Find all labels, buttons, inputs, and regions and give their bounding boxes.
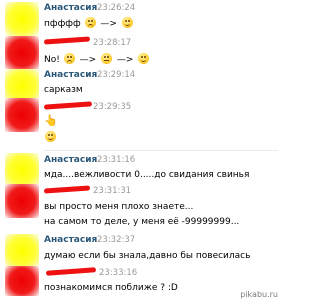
avatar[interactable] xyxy=(5,266,39,296)
avatar[interactable] xyxy=(5,153,39,187)
smile-face-icon xyxy=(121,17,133,28)
sad-face-icon xyxy=(63,53,75,64)
site-watermark: pikabu.ru xyxy=(240,290,278,299)
message-text: думаю если бы знала,давно бы повесилась xyxy=(44,251,250,261)
avatar[interactable] xyxy=(5,36,39,70)
message-time: 23:29:35 xyxy=(93,102,132,112)
avatar[interactable] xyxy=(5,98,39,132)
flat-face-icon xyxy=(101,53,113,64)
sender-name[interactable]: Анастасия xyxy=(44,3,97,13)
message-text xyxy=(44,131,57,143)
message-text: сарказм xyxy=(44,85,83,95)
pointing-hand-icon: 👆 xyxy=(44,114,58,127)
message-time: 23:28:17 xyxy=(93,38,132,48)
smile-face-icon xyxy=(45,131,56,142)
message-text: пфффф —> xyxy=(44,17,134,29)
message-time: 23:26:24 xyxy=(97,3,136,13)
message-line: No! xyxy=(44,55,60,65)
message-text: 👆 xyxy=(44,115,58,127)
message-text: на самом то деле, у меня её -99999999... xyxy=(44,217,239,227)
message-line: мда....вежливости 0.....до свидания свин… xyxy=(44,170,250,180)
redaction-scribble xyxy=(43,36,91,45)
message-line: пфффф xyxy=(44,19,81,29)
message-text: познакомимся поближе ? :D xyxy=(44,283,178,293)
sender-name[interactable]: Анастасия xyxy=(44,70,97,80)
message-line: думаю если бы знала,давно бы повесилась xyxy=(44,251,251,261)
message-time: 23:29:14 xyxy=(97,70,136,80)
message-line: сарказм xyxy=(44,85,83,95)
message-line: познакомимся поближе ? :D xyxy=(44,283,178,293)
message-time: 23:32:37 xyxy=(97,235,136,245)
message-text: вы просто меня плохо знаете... xyxy=(44,202,193,212)
sender-name[interactable]: Анастасия xyxy=(44,235,97,245)
redaction-scribble xyxy=(43,101,93,110)
sad-face-icon xyxy=(84,17,96,28)
arrow-glyph: —> xyxy=(116,55,134,65)
sender-name[interactable]: Анастасия xyxy=(44,155,97,165)
message-text: No! —> —> xyxy=(44,53,150,65)
message-text: мда....вежливости 0.....до свидания свин… xyxy=(44,170,249,180)
message-divider xyxy=(44,150,278,151)
avatar[interactable] xyxy=(5,2,39,36)
message-line: вы просто меня плохо знаете... xyxy=(44,202,194,212)
avatar[interactable] xyxy=(5,234,39,268)
arrow-glyph: —> xyxy=(100,19,117,29)
message-time: 23:33:16 xyxy=(99,268,138,278)
redaction-scribble xyxy=(45,267,97,276)
laugh-face-icon xyxy=(138,53,150,64)
redaction-scribble xyxy=(43,185,91,194)
message-line: на самом то деле, у меня её -99999999... xyxy=(44,217,240,227)
arrow-glyph: —> xyxy=(79,55,97,65)
message-time: 23:31:16 xyxy=(97,155,136,165)
message-time: 23:31:31 xyxy=(93,186,132,196)
avatar[interactable] xyxy=(5,184,39,218)
